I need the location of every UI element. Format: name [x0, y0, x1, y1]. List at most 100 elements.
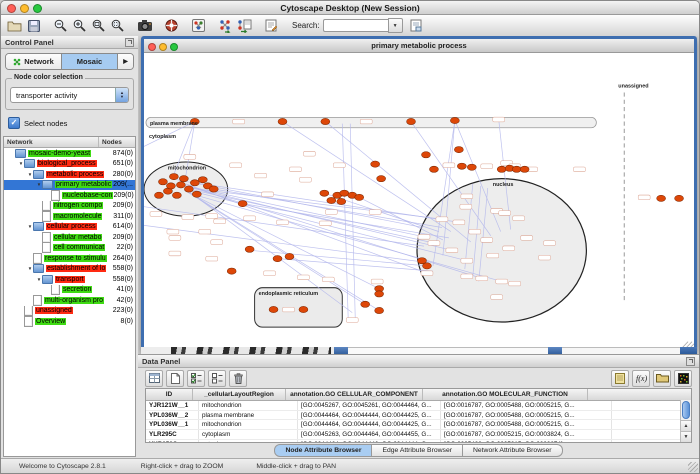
file-icon [51, 285, 60, 296]
table-row[interactable]: YJR121W__1mitochondrion[GO:0045267, GO:0… [146, 401, 681, 411]
table-cell: YKR052C [146, 440, 199, 442]
col-cellular-component[interactable]: annotation.GO CELLULAR_COMPONENT [286, 389, 423, 400]
scroll-down-icon[interactable]: ▼ [681, 431, 691, 442]
tab-mosaic[interactable]: Mosaic [62, 54, 118, 69]
tree-row[interactable]: ▼transport558(0) [4, 274, 135, 285]
background-window[interactable] [171, 347, 331, 354]
notes-icon[interactable] [611, 370, 629, 387]
import-attributes-icon[interactable] [653, 370, 671, 387]
tab-overflow-arrow-icon[interactable]: ▶ [118, 54, 133, 69]
tree-item-label: secretion [62, 286, 92, 293]
search-dropdown-icon[interactable]: ▼ [388, 18, 403, 33]
network-window-titlebar[interactable]: primary metabolic process [144, 39, 694, 53]
import-network-icon[interactable] [217, 18, 234, 34]
tree-row[interactable]: ▼cellular process614(0) [4, 222, 135, 233]
tree-row[interactable]: ▼biological_process651(0) [4, 159, 135, 170]
tab-edge-attribute-browser[interactable]: Edge Attribute Browser [372, 444, 463, 457]
node-count: 209(0) [113, 202, 135, 209]
zoom-selected-icon[interactable] [109, 18, 126, 34]
matrix-icon[interactable] [674, 370, 692, 387]
formula-icon[interactable]: f(x) [632, 370, 650, 387]
network-node [457, 163, 466, 169]
tree-row[interactable]: nitrogen compo209(0) [4, 201, 135, 212]
tree-row[interactable]: multi-organism pro42(0) [4, 295, 135, 306]
search-input[interactable] [323, 19, 388, 32]
table-scrollbar[interactable]: ▲ ▼ [680, 400, 691, 442]
float-panel-icon[interactable] [125, 38, 134, 47]
table-row[interactable]: YLR295Ccytoplasm[GO:0045263, GO:0044464,… [146, 430, 681, 440]
open-icon[interactable] [6, 18, 23, 34]
zoom-in-icon[interactable] [71, 18, 88, 34]
tree-row[interactable]: ▼primary metabolic209(... [4, 180, 135, 191]
resize-grip[interactable] [688, 462, 698, 472]
search-label: Search: [292, 21, 320, 30]
minimize-icon[interactable] [20, 4, 29, 13]
tree-row[interactable]: nucleobase-con209(0) [4, 190, 135, 201]
table-cell: plasma membrane [199, 411, 298, 420]
tab-network[interactable]: Network [6, 54, 62, 69]
tab-network-attribute-browser[interactable]: Network Attribute Browser [463, 444, 563, 457]
table-row[interactable]: YKR052Ccytoplasm[GO:0044464, GO:0044446,… [146, 440, 681, 442]
tree-row[interactable]: ▼metabolic process280(0) [4, 169, 135, 180]
attribute-table-icon[interactable] [145, 370, 163, 387]
col-id[interactable]: ID [146, 389, 193, 400]
data-panel: Data Panel f(x) [138, 354, 699, 459]
node-label [469, 229, 481, 234]
zoom-out-icon[interactable] [52, 18, 69, 34]
color-attribute-dropdown[interactable]: transporter activity ▲▼ [10, 87, 129, 103]
tab-node-attribute-browser[interactable]: Node Attribute Browser [274, 444, 372, 457]
table-row[interactable]: YPL036W__2plasma membrane[GO:0044464, GO… [146, 411, 681, 421]
network-minimize-icon[interactable] [159, 43, 167, 51]
tree-row[interactable]: unassigned223(0) [4, 306, 135, 317]
file-icon [24, 316, 33, 327]
table-cell: [GO:0045263, GO:0044464, GO:0044455, G..… [298, 430, 441, 439]
tree-row[interactable]: cell communicat22(0) [4, 243, 135, 254]
col-molecular-function[interactable]: annotation.GO MOLECULAR_FUNCTION [423, 389, 588, 400]
vizmapper-icon[interactable] [190, 18, 207, 34]
select-nodes-checkbox[interactable]: ✓ [8, 117, 20, 129]
network-tree-panel: Network Nodes mosaic-demo-yeast874(0)▼bi… [3, 136, 136, 457]
scroll-up-icon[interactable]: ▲ [681, 420, 691, 431]
tree-col-network[interactable]: Network [4, 137, 99, 147]
annotation-icon[interactable] [263, 18, 280, 34]
snapshot-icon[interactable] [136, 18, 153, 34]
tree-row[interactable]: response to stimulu264(0) [4, 253, 135, 264]
tree-row[interactable]: mosaic-demo-yeast874(0) [4, 148, 135, 159]
unselect-all-attributes-icon[interactable] [208, 370, 226, 387]
close-icon[interactable] [7, 4, 16, 13]
new-attribute-icon[interactable] [166, 370, 184, 387]
tree-row[interactable]: ▼establishment of lo558(0) [4, 264, 135, 275]
delete-attribute-icon[interactable] [229, 370, 247, 387]
tree-row[interactable]: Overview8(0) [4, 316, 135, 327]
tree-row[interactable]: secretion41(0) [4, 285, 135, 296]
file-icon [33, 253, 42, 264]
import-table-icon[interactable] [236, 18, 253, 34]
tree-row[interactable]: macromolecule311(0) [4, 211, 135, 222]
float-panel-icon[interactable] [686, 357, 695, 366]
network-node [407, 118, 416, 124]
help-icon[interactable] [163, 18, 180, 34]
scrollbar-thumb[interactable] [682, 401, 690, 419]
col-region[interactable]: _cellularLayoutRegion [193, 389, 286, 400]
save-icon[interactable] [25, 18, 42, 34]
network-maximize-icon[interactable] [170, 43, 178, 51]
node-label [199, 229, 211, 234]
tree-row[interactable]: cellular metabo209(0) [4, 232, 135, 243]
endoplasmic-reticulum-label: endoplasmic reticulum [259, 291, 319, 297]
node-label [539, 255, 551, 260]
select-all-attributes-icon[interactable] [187, 370, 205, 387]
network-canvas[interactable]: plasma membranecytoplasmmitochondrionnuc… [144, 53, 694, 350]
file-icon [51, 190, 60, 201]
search-options-icon[interactable] [408, 18, 425, 34]
maximize-icon[interactable] [33, 4, 42, 13]
node-label [369, 210, 381, 215]
network-node [245, 246, 254, 252]
table-row[interactable]: YPL036W__1mitochondrion[GO:0044464, GO:0… [146, 420, 681, 430]
node-label [496, 279, 508, 284]
tree-col-nodes[interactable]: Nodes [99, 139, 135, 146]
network-close-icon[interactable] [148, 43, 156, 51]
desktop-area: primary metabolic process plasma membran… [138, 36, 699, 459]
network-view-window[interactable]: primary metabolic process plasma membran… [141, 36, 697, 353]
tree-item-label: cellular process [46, 223, 97, 230]
zoom-fit-icon[interactable] [90, 18, 107, 34]
